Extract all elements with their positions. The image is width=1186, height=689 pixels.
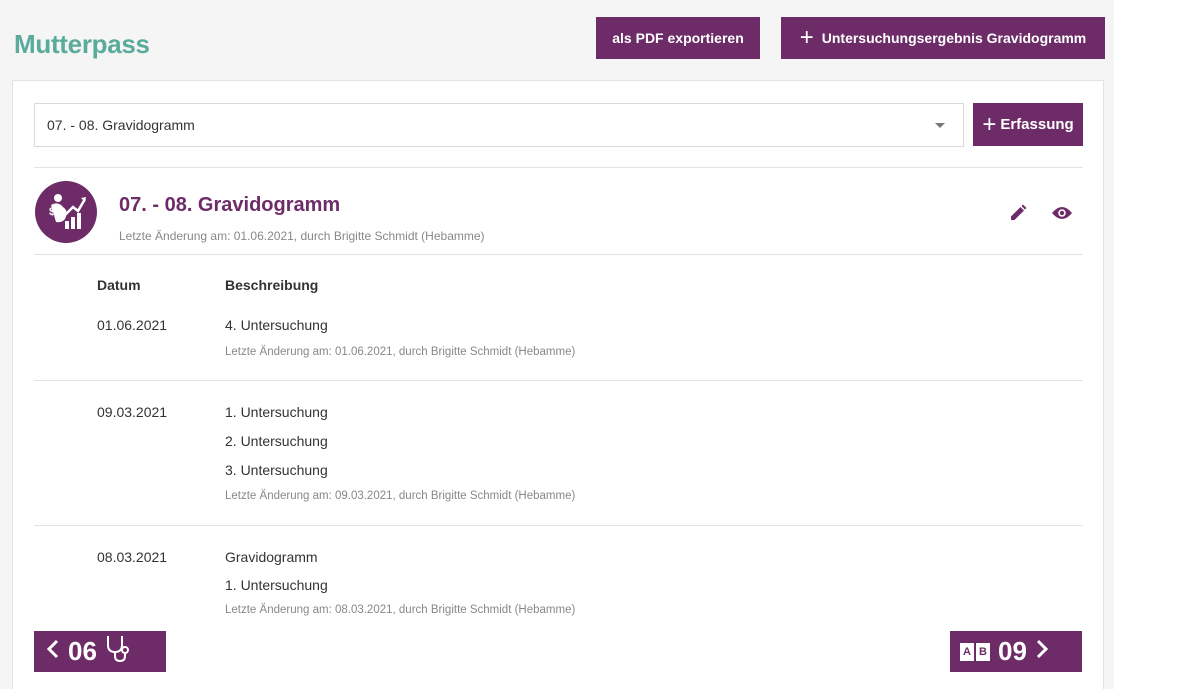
ab-icon: A B: [960, 642, 990, 661]
erfassung-label: Erfassung: [1000, 116, 1074, 133]
eye-icon[interactable]: [1050, 201, 1074, 225]
caret-down-icon: [935, 123, 945, 128]
section-last-change: Letzte Änderung am: 01.06.2021, durch Br…: [119, 229, 485, 243]
row-date: 09.03.2021: [97, 404, 168, 420]
row-description-line: Gravidogramm: [225, 549, 318, 565]
plus-icon: +: [799, 24, 814, 51]
row-description-line: 1. Untersuchung: [225, 404, 328, 420]
column-header-date: Datum: [97, 277, 141, 293]
export-pdf-label: als PDF exportieren: [612, 30, 744, 46]
ab-letter-a: A: [960, 642, 974, 661]
row-description-line: 1. Untersuchung: [225, 577, 328, 593]
next-page-number: 09: [998, 636, 1027, 666]
divider: [34, 254, 1083, 255]
row-last-change: Letzte Änderung am: 01.06.2021, durch Br…: [225, 346, 576, 358]
row-date: 08.03.2021: [97, 549, 168, 565]
row-divider: [34, 525, 1083, 526]
row-last-change: Letzte Änderung am: 09.03.2021, durch Br…: [225, 490, 576, 502]
previous-page-button[interactable]: 06: [34, 631, 166, 672]
column-header-description: Beschreibung: [225, 277, 319, 293]
chevron-right-icon: [1035, 639, 1049, 664]
row-date: 01.06.2021: [97, 317, 168, 333]
row-last-change: Letzte Änderung am: 08.03.2021, durch Br…: [225, 604, 576, 616]
section-title: 07. - 08. Gravidogramm: [119, 194, 341, 216]
add-examination-result-button[interactable]: + Untersuchungsergebnis Gravidogramm: [781, 17, 1105, 59]
svg-text:$: $: [49, 206, 55, 218]
export-pdf-button[interactable]: als PDF exportieren: [596, 17, 760, 59]
row-description-line: 3. Untersuchung: [225, 462, 328, 478]
row-divider: [34, 380, 1083, 381]
erfassung-button[interactable]: + Erfassung: [973, 103, 1083, 146]
ab-letter-b: B: [976, 642, 990, 661]
row-description-line: 2. Untersuchung: [225, 433, 328, 449]
next-page-button[interactable]: A B 09: [950, 631, 1082, 672]
pregnancy-chart-icon: $: [35, 181, 97, 243]
chevron-left-icon: [46, 639, 60, 664]
page-title: Mutterpass: [14, 29, 150, 59]
divider: [34, 167, 1083, 168]
stethoscope-icon: [105, 634, 131, 669]
pencil-icon[interactable]: [1006, 201, 1030, 225]
plus-icon: +: [982, 110, 997, 138]
section-select[interactable]: 07. - 08. Gravidogramm: [34, 103, 964, 147]
section-select-value: 07. - 08. Gravidogramm: [47, 117, 195, 133]
row-description-line: 4. Untersuchung: [225, 317, 328, 333]
mutterpass-card: 07. - 08. Gravidogramm + Erfassung $ 07.…: [12, 80, 1104, 689]
previous-page-number: 06: [68, 636, 97, 666]
add-examination-result-label: Untersuchungsergebnis Gravidogramm: [821, 30, 1087, 46]
